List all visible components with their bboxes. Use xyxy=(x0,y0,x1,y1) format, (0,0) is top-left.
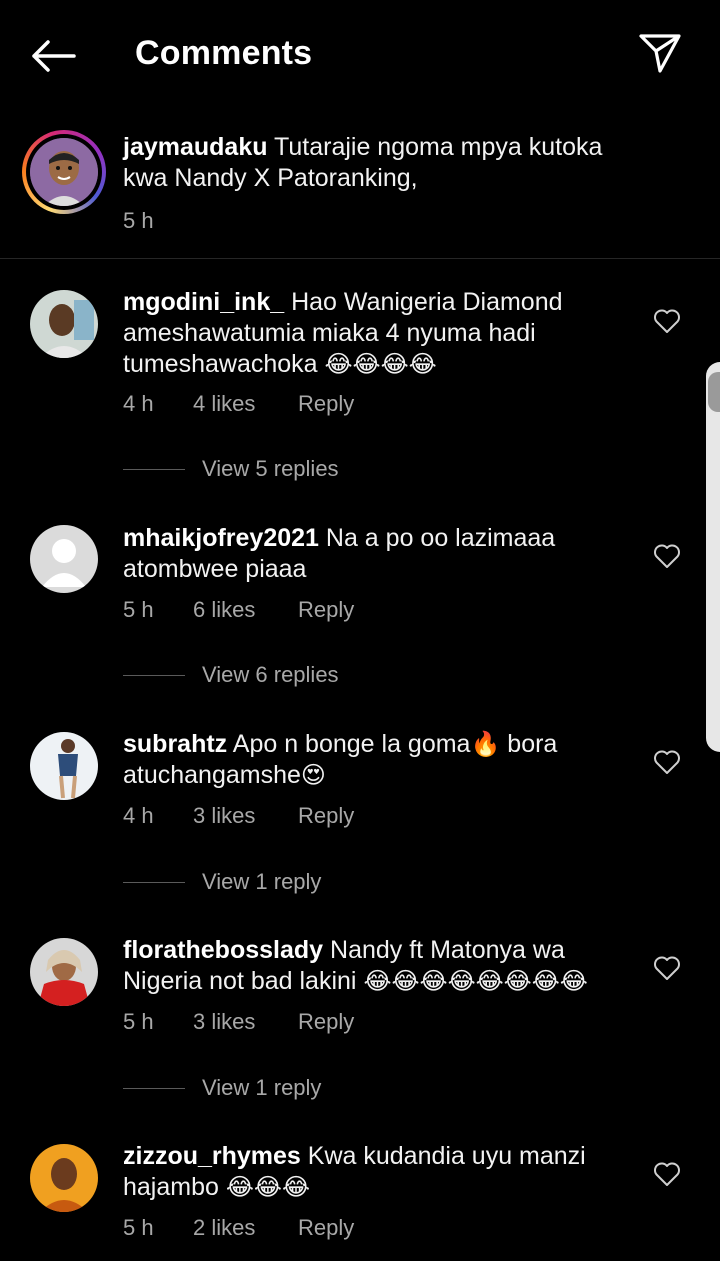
comment-text: mgodini_ink_ Hao Wanigeria Diamond amesh… xyxy=(123,287,593,380)
view-replies-label: View 1 reply xyxy=(202,869,322,894)
reply-button[interactable]: Reply xyxy=(298,1215,354,1241)
heart-icon xyxy=(654,750,680,774)
reply-button[interactable]: Reply xyxy=(298,391,354,417)
comment-meta: 5 h 6 likes Reply xyxy=(123,597,354,623)
comment-username[interactable]: mhaikjofrey2021 xyxy=(123,524,319,552)
heart-icon xyxy=(654,1162,680,1186)
avatar[interactable] xyxy=(30,525,98,593)
avatar[interactable] xyxy=(22,130,106,214)
comment-username[interactable]: florathebosslady xyxy=(123,936,323,964)
view-replies-button[interactable]: View 6 replies xyxy=(123,662,339,688)
comment-text: florathebosslady Nandy ft Matonya wa Nig… xyxy=(123,935,618,997)
comment-emoji: 😂😂😂😂 xyxy=(324,350,437,378)
comment-meta: 5 h 2 likes Reply xyxy=(123,1215,354,1241)
divider xyxy=(123,468,185,470)
comment-time: 5 h xyxy=(123,1009,154,1034)
caption-time: 5 h xyxy=(123,208,154,233)
divider xyxy=(123,881,185,883)
page-title: Comments xyxy=(135,34,313,72)
view-replies-label: View 5 replies xyxy=(202,456,339,481)
comment-time: 4 h xyxy=(123,391,154,416)
default-avatar-icon xyxy=(30,525,98,593)
avatar[interactable] xyxy=(30,938,98,1006)
heart-icon xyxy=(654,309,680,333)
user-photo-icon xyxy=(30,732,98,800)
like-button[interactable] xyxy=(653,1161,681,1187)
header-bar: Comments xyxy=(0,0,720,110)
comment-likes[interactable]: 6 likes xyxy=(193,597,255,623)
reply-button[interactable]: Reply xyxy=(298,803,354,829)
heart-icon xyxy=(654,956,680,980)
comment-text: mhaikjofrey2021 Na a po oo lazimaaa atom… xyxy=(123,523,593,585)
view-replies-button[interactable]: View 5 replies xyxy=(123,456,339,482)
user-photo-icon xyxy=(30,1144,98,1212)
comment-emoji: 😍 xyxy=(300,761,326,789)
comment-text: zizzou_rhymes Kwa kudandia uyu manzi haj… xyxy=(123,1141,593,1203)
caption-username[interactable]: jaymaudaku xyxy=(123,133,268,161)
comment-likes[interactable]: 4 likes xyxy=(193,391,255,417)
comment-time: 5 h xyxy=(123,597,154,622)
reply-button[interactable]: Reply xyxy=(298,597,354,623)
avatar[interactable] xyxy=(30,1144,98,1212)
divider xyxy=(123,1087,185,1089)
like-button[interactable] xyxy=(653,308,681,334)
comment-time: 5 h xyxy=(123,1215,154,1240)
view-replies-label: View 6 replies xyxy=(202,662,339,687)
scrollbar[interactable] xyxy=(706,362,720,752)
comment-meta: 4 h 4 likes Reply xyxy=(123,391,354,417)
comment-body: Apo n bonge la goma xyxy=(232,730,471,758)
memoji-avatar-icon xyxy=(30,138,98,206)
comment-emoji: 😂😂😂😂😂😂😂😂 xyxy=(363,967,588,995)
view-replies-label: View 1 reply xyxy=(202,1075,322,1100)
share-button[interactable] xyxy=(636,30,684,76)
comment-time: 4 h xyxy=(123,803,154,828)
comment-likes[interactable]: 3 likes xyxy=(193,803,255,829)
comment-username[interactable]: subrahtz xyxy=(123,730,227,758)
user-photo-icon xyxy=(30,290,98,358)
comment-emoji: 😂😂😂 xyxy=(225,1173,310,1201)
comment-likes[interactable]: 3 likes xyxy=(193,1009,255,1035)
post-caption: jaymaudaku Tutarajie ngoma mpya kutoka k… xyxy=(0,126,720,259)
comment-username[interactable]: mgodini_ink_ xyxy=(123,288,284,316)
fire-emoji: 🔥 xyxy=(470,730,501,758)
comment-likes[interactable]: 2 likes xyxy=(193,1215,255,1241)
reply-button[interactable]: Reply xyxy=(298,1009,354,1035)
back-button[interactable] xyxy=(28,34,78,78)
comment-meta: 4 h 3 likes Reply xyxy=(123,803,354,829)
paper-plane-icon xyxy=(639,34,681,73)
view-replies-button[interactable]: View 1 reply xyxy=(123,869,321,895)
like-button[interactable] xyxy=(653,749,681,775)
user-photo-icon xyxy=(30,938,98,1006)
scrollbar-thumb[interactable] xyxy=(708,372,720,412)
avatar[interactable] xyxy=(30,732,98,800)
arrow-left-icon xyxy=(32,40,76,72)
view-replies-button[interactable]: View 1 reply xyxy=(123,1075,321,1101)
comment-username[interactable]: zizzou_rhymes xyxy=(123,1142,301,1170)
like-button[interactable] xyxy=(653,543,681,569)
heart-icon xyxy=(654,544,680,568)
like-button[interactable] xyxy=(653,955,681,981)
comment-meta: 5 h 3 likes Reply xyxy=(123,1009,354,1035)
comment-text: subrahtz Apo n bonge la goma🔥 bora atuch… xyxy=(123,729,593,791)
caption-meta: 5 h xyxy=(123,208,154,234)
divider xyxy=(123,674,185,676)
caption-text: jaymaudaku Tutarajie ngoma mpya kutoka k… xyxy=(123,132,643,194)
avatar[interactable] xyxy=(30,290,98,358)
